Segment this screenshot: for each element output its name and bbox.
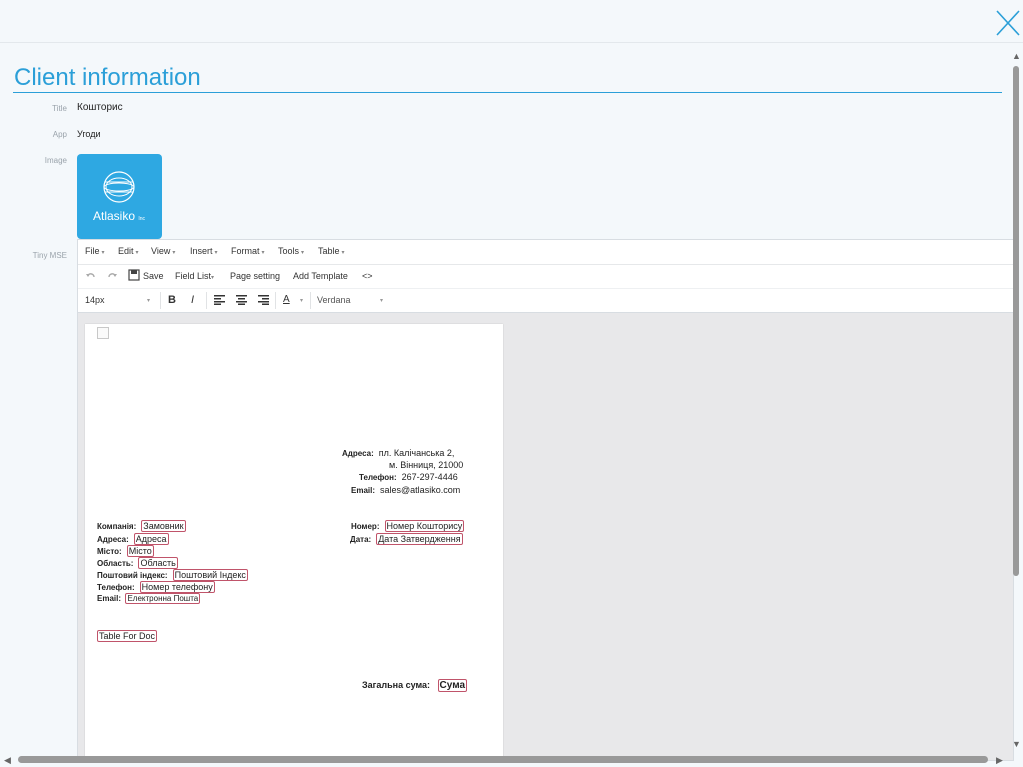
company-city: м. Вінниця, 21000 bbox=[389, 460, 464, 470]
app-label: App bbox=[52, 130, 67, 139]
italic-button[interactable]: I bbox=[191, 294, 194, 306]
menu-insert[interactable]: Insert ▾ bbox=[190, 246, 218, 256]
menu-table[interactable]: Table ▾ bbox=[318, 246, 345, 256]
toolbar-divider bbox=[275, 292, 276, 309]
redo-icon[interactable] bbox=[106, 270, 118, 282]
menu-format[interactable]: Format ▾ bbox=[231, 246, 265, 256]
toolbar-divider bbox=[310, 292, 311, 309]
horizontal-scroll-thumb[interactable] bbox=[18, 756, 988, 763]
bold-button[interactable]: B bbox=[168, 294, 176, 306]
add-template-button[interactable]: Add Template bbox=[293, 271, 348, 281]
client-postal-line: Поштовий індекс: Поштовий Індекс bbox=[97, 569, 248, 581]
toolbar-divider bbox=[160, 292, 161, 309]
company-phone: Телефон: 267-297-4446 bbox=[359, 472, 458, 482]
toolbar-divider bbox=[206, 292, 207, 309]
logo-suffix: Inc bbox=[138, 216, 146, 222]
title-value: Кошторис bbox=[77, 102, 123, 113]
menu-file[interactable]: File ▾ bbox=[85, 246, 105, 256]
align-right-icon[interactable] bbox=[258, 295, 269, 305]
client-email-line: Email: Електронна Пошта bbox=[97, 593, 201, 604]
total-sum-line: Загальна сума: Сума bbox=[362, 679, 468, 692]
app-value: Угоди bbox=[77, 129, 101, 139]
tiny-mse-label: Tiny MSE bbox=[32, 251, 67, 260]
save-button[interactable]: Save bbox=[143, 271, 164, 281]
top-bar bbox=[0, 0, 1023, 43]
save-icon[interactable] bbox=[128, 269, 140, 281]
scroll-down-icon[interactable]: ▼ bbox=[1012, 740, 1021, 749]
editor-toolbar-2: 14px ▾ B I A ▾ Verdana ▾ bbox=[78, 289, 1013, 313]
field-list-button[interactable]: Field List▾ bbox=[175, 271, 214, 281]
vertical-scrollbar[interactable]: ▲ ▼ bbox=[1010, 50, 1022, 750]
chevron-down-icon: ▾ bbox=[380, 298, 384, 304]
scroll-right-icon[interactable]: ▶ bbox=[996, 756, 1003, 765]
menu-edit[interactable]: Edit ▾ bbox=[118, 246, 139, 256]
font-size-select[interactable]: 14px bbox=[85, 295, 105, 305]
title-label: Title bbox=[52, 104, 67, 113]
logo-image[interactable]: Atlasiko Inc bbox=[77, 154, 162, 239]
title-divider bbox=[13, 92, 1002, 93]
editor-menubar: File ▾ Edit ▾ View ▾ Insert ▾ Format ▾ Tools ▾… bbox=[78, 240, 1013, 265]
vertical-scroll-thumb[interactable] bbox=[1013, 66, 1019, 576]
company-email: Email: sales@atlasiko.com bbox=[351, 485, 461, 495]
font-family-select[interactable]: Verdana bbox=[317, 295, 351, 305]
source-code-button[interactable]: <> bbox=[362, 271, 373, 281]
undo-icon[interactable] bbox=[85, 270, 97, 282]
broken-image-icon bbox=[97, 327, 109, 339]
table-placeholder: Table For Doc bbox=[97, 630, 158, 642]
scroll-left-icon[interactable]: ◀ bbox=[4, 756, 11, 765]
approval-date-line: Дата: Дата Затвердження bbox=[350, 533, 463, 545]
text-color-button[interactable]: A bbox=[283, 294, 290, 305]
logo-text: Atlasiko Inc bbox=[93, 209, 145, 223]
rich-text-editor: File ▾ Edit ▾ View ▾ Insert ▾ Format ▾ Tools ▾… bbox=[77, 239, 1014, 761]
logo-brand: Atlasiko bbox=[93, 209, 136, 223]
horizontal-scrollbar[interactable]: ◀ ▶ bbox=[0, 753, 1010, 767]
client-company-line: Компанія: Замовник bbox=[97, 520, 186, 532]
globe-icon bbox=[103, 171, 135, 203]
chevron-down-icon[interactable]: ▾ bbox=[300, 297, 303, 304]
page-title: Client information bbox=[14, 64, 201, 91]
client-phone-line: Телефон: Номер телефону bbox=[97, 581, 215, 593]
scroll-up-icon[interactable]: ▲ bbox=[1012, 52, 1021, 61]
chevron-down-icon: ▾ bbox=[147, 298, 151, 304]
editor-toolbar-1: Save Field List▾ Page setting Add Templa… bbox=[78, 265, 1013, 289]
close-icon[interactable] bbox=[995, 9, 1021, 37]
page-setting-button[interactable]: Page setting bbox=[230, 271, 280, 281]
image-label: Image bbox=[44, 156, 67, 165]
editor-content-area[interactable]: Адреса: пл. Калічанська 2, м. Вінниця, 2… bbox=[78, 313, 1013, 760]
company-address: Адреса: пл. Калічанська 2, bbox=[342, 448, 455, 458]
estimate-number-line: Номер: Номер Кошторису bbox=[351, 520, 465, 532]
client-address-line: Адреса: Адреса bbox=[97, 533, 169, 545]
client-region-line: Область: Область bbox=[97, 557, 178, 569]
align-left-icon[interactable] bbox=[214, 295, 225, 305]
align-center-icon[interactable] bbox=[236, 295, 247, 305]
menu-view[interactable]: View ▾ bbox=[151, 246, 175, 256]
menu-tools[interactable]: Tools ▾ bbox=[278, 246, 304, 256]
client-city-line: Місто: Місто bbox=[97, 545, 154, 557]
document-page[interactable]: Адреса: пл. Калічанська 2, м. Вінниця, 2… bbox=[85, 324, 503, 760]
